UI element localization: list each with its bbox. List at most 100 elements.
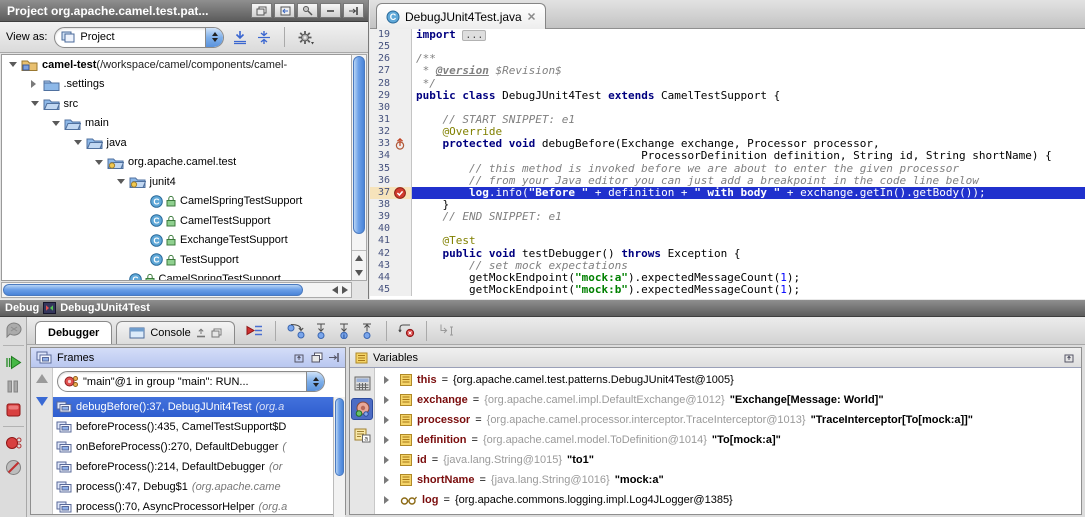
- gutter-line-19[interactable]: 19: [370, 29, 412, 41]
- step-into-button[interactable]: [313, 323, 329, 339]
- force-step-into-button[interactable]: i: [336, 323, 352, 339]
- tree-item-CamelTestSupport[interactable]: CCamelTestSupport: [2, 211, 352, 231]
- scrollbar-thumb[interactable]: [353, 56, 365, 234]
- gutter-line-27[interactable]: 27: [370, 65, 412, 77]
- expand-arrow[interactable]: [384, 436, 389, 444]
- thread-select[interactable]: "main"@1 in group "main": RUN...: [57, 371, 325, 392]
- gutter-line-38[interactable]: 38: [370, 199, 412, 211]
- gutter-line-28[interactable]: 28: [370, 78, 412, 90]
- gutter-line-33[interactable]: 33: [370, 138, 412, 150]
- gutter-line-35[interactable]: 35: [370, 163, 412, 175]
- gutter-line-32[interactable]: 32: [370, 126, 412, 138]
- view-mode-stepper[interactable]: [205, 28, 223, 47]
- code-editor[interactable]: 19import ...2526/**27 * @version $Revisi…: [370, 29, 1085, 299]
- gutter-line-45[interactable]: 45: [370, 284, 412, 296]
- watches-button[interactable]: a: [351, 424, 373, 446]
- restore-layout-icon[interactable]: [294, 352, 306, 363]
- editor-tab[interactable]: C DebugJUnit4Test.java: [376, 3, 546, 29]
- float-window-button[interactable]: [251, 3, 272, 18]
- frame-row[interactable]: beforeProcess():435, CamelTestSupport$D: [53, 417, 345, 437]
- rerun-debugger-button[interactable]: [1, 317, 25, 341]
- tree-item-java[interactable]: java: [2, 133, 352, 153]
- gutter-line-42[interactable]: 42: [370, 248, 412, 260]
- tree-item-main[interactable]: main: [2, 114, 352, 134]
- expand-arrow[interactable]: [384, 456, 389, 464]
- variable-row-processor[interactable]: processor = {org.apache.camel.processor.…: [375, 410, 1081, 430]
- navigate-down-button[interactable]: [36, 397, 48, 406]
- drop-frame-button[interactable]: [398, 323, 415, 338]
- close-tab-icon[interactable]: [527, 12, 536, 21]
- scrollbar-thumb[interactable]: [3, 284, 303, 296]
- tree-item-CamelSpringTestSupport[interactable]: CCamelSpringTestSupport: [2, 192, 352, 212]
- view-breakpoints-button[interactable]: [1, 431, 25, 455]
- code-line-19[interactable]: 19import ...: [370, 29, 1085, 41]
- expand-all-button[interactable]: [232, 30, 248, 45]
- expand-arrow[interactable]: [384, 396, 389, 404]
- frame-row[interactable]: beforeProcess():214, DefaultDebugger (or: [53, 457, 345, 477]
- pause-button[interactable]: [1, 374, 25, 398]
- variable-row-this[interactable]: this = {org.apache.camel.test.patterns.D…: [375, 370, 1081, 390]
- settings-gear-button[interactable]: [297, 30, 314, 45]
- gutter-line-39[interactable]: 39: [370, 211, 412, 223]
- run-to-cursor-button[interactable]: [438, 323, 454, 338]
- scroll-down-arrow[interactable]: [355, 270, 363, 276]
- float-panel-icon[interactable]: [311, 352, 323, 363]
- gutter-line-31[interactable]: 31: [370, 114, 412, 126]
- code-line-25[interactable]: 25: [370, 41, 1085, 53]
- variable-row-id[interactable]: id = {java.lang.String@1015}"to1": [375, 450, 1081, 470]
- float-icon[interactable]: [211, 328, 222, 338]
- restore-layout-icon[interactable]: [1064, 352, 1076, 363]
- variable-row-exchange[interactable]: exchange = {org.apache.camel.impl.Defaul…: [375, 390, 1081, 410]
- expand-arrow[interactable]: [384, 376, 389, 384]
- scroll-left-arrow[interactable]: [332, 286, 338, 294]
- tree-collapse-arrow[interactable]: [95, 160, 103, 165]
- gutter-line-29[interactable]: 29: [370, 90, 412, 102]
- gutter-line-41[interactable]: 41: [370, 235, 412, 247]
- tree-expand-arrow[interactable]: [31, 80, 36, 88]
- collapse-all-button[interactable]: [256, 30, 272, 45]
- tree-collapse-arrow[interactable]: [9, 62, 17, 67]
- code-line-27[interactable]: 27 * @version $Revision$: [370, 65, 1085, 77]
- variable-row-shortName[interactable]: shortName = {java.lang.String@1016}"mock…: [375, 470, 1081, 490]
- frame-row[interactable]: process():70, AsyncProcessorHelper (org.…: [53, 497, 345, 514]
- code-line-37[interactable]: 37 log.info("Before " + definition + " w…: [370, 187, 1085, 199]
- expand-arrow[interactable]: [384, 476, 389, 484]
- folded-region[interactable]: ...: [462, 30, 486, 41]
- gutter-line-36[interactable]: 36: [370, 175, 412, 187]
- code-line-29[interactable]: 29public class DebugJUnit4Test extends C…: [370, 90, 1085, 102]
- project-tree-horizontal-scrollbar[interactable]: [1, 282, 352, 298]
- code-line-45[interactable]: 45 getMockEndpoint("mock:b").expectedMes…: [370, 284, 1085, 296]
- tab-console[interactable]: Console: [116, 321, 234, 344]
- step-out-button[interactable]: [359, 323, 375, 339]
- frame-row[interactable]: debugBefore():37, DebugJUnit4Test (org.a: [53, 397, 345, 417]
- step-over-button[interactable]: [287, 323, 306, 339]
- gutter-line-43[interactable]: 43: [370, 260, 412, 272]
- gutter-line-40[interactable]: 40: [370, 223, 412, 235]
- view-mode-select[interactable]: Project: [54, 27, 224, 48]
- hide-right-icon[interactable]: [328, 352, 340, 363]
- scrollbar-thumb[interactable]: [335, 398, 344, 476]
- tree-item-ExchangeTestSupport[interactable]: CExchangeTestSupport: [2, 231, 352, 251]
- stop-button[interactable]: [1, 398, 25, 422]
- code-line-40[interactable]: 40: [370, 223, 1085, 235]
- frame-row[interactable]: process():47, Debug$1 (org.apache.came: [53, 477, 345, 497]
- gutter-line-26[interactable]: 26: [370, 53, 412, 65]
- tree-collapse-arrow[interactable]: [117, 179, 125, 184]
- navigate-up-button[interactable]: [36, 374, 48, 383]
- pin-button[interactable]: [297, 3, 318, 18]
- code-line-39[interactable]: 39 // END SNIPPET: e1: [370, 211, 1085, 223]
- gutter-line-25[interactable]: 25: [370, 41, 412, 53]
- evaluate-expression-button[interactable]: [351, 372, 373, 394]
- tree-item-org.apache.camel.test[interactable]: org.apache.camel.test: [2, 153, 352, 173]
- scroll-up-arrow[interactable]: [355, 255, 363, 261]
- tree-item-CamelSpringTestSupport[interactable]: CCamelSpringTestSupport: [2, 270, 352, 282]
- tree-collapse-arrow[interactable]: [52, 121, 60, 126]
- gutter-line-34[interactable]: 34: [370, 150, 412, 162]
- auto-variables-mode-button[interactable]: [351, 398, 373, 420]
- gutter-line-44[interactable]: 44: [370, 272, 412, 284]
- expand-arrow[interactable]: [384, 416, 389, 424]
- resume-button[interactable]: [1, 350, 25, 374]
- frame-row[interactable]: onBeforeProcess():270, DefaultDebugger (: [53, 437, 345, 457]
- minimize-button[interactable]: [320, 3, 341, 18]
- variable-row-definition[interactable]: definition = {org.apache.camel.model.ToD…: [375, 430, 1081, 450]
